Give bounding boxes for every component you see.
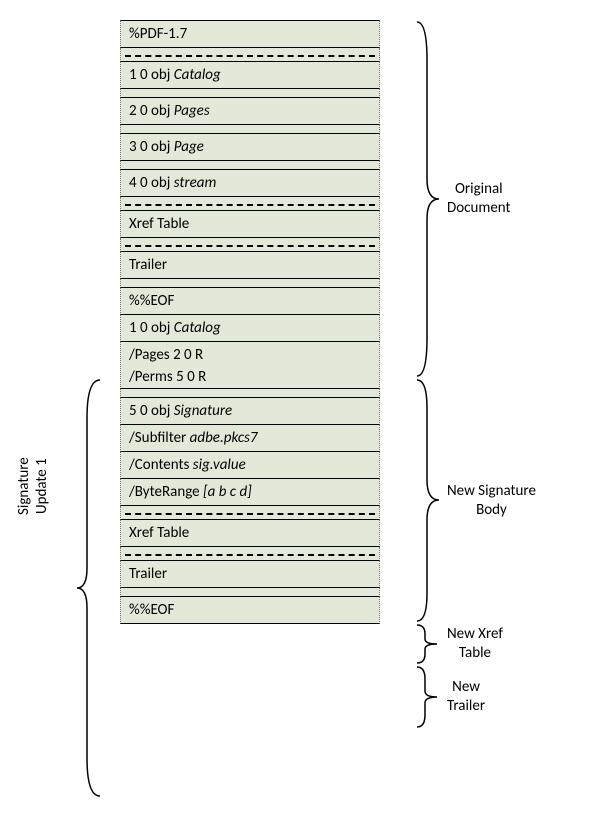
new-xref-row: Xref Table [120, 519, 380, 547]
xref-text: Xref Table [129, 215, 189, 233]
new-eof-text: %%EOF [129, 601, 174, 619]
block-column: %PDF-1.7 1 0 obj Catalog 2 0 obj Pages 3… [120, 20, 380, 624]
new-trailer-row: Trailer [120, 560, 380, 588]
obj-id: 2 0 obj [129, 102, 174, 120]
obj-type: Signature [174, 402, 232, 420]
original-document-label-group: OriginalDocument [415, 20, 511, 378]
obj-3-row: 3 0 obj Page [120, 133, 380, 161]
right-brace-icon [415, 665, 441, 729]
dash-separator [120, 238, 380, 252]
byterange-key: /ByteRange [129, 483, 203, 501]
subfilter-val: adbe.pkcs7 [190, 429, 258, 447]
byterange-row: /ByteRange [a b c d] [120, 478, 380, 506]
obj-type: Page [174, 138, 204, 156]
obj-type: Pages [174, 102, 210, 120]
obj-id: 1 0 obj [129, 319, 174, 337]
signature-body-group: 1 0 obj Catalog /Pages 2 0 R /Perms 5 0 … [120, 314, 380, 520]
obj-id: 3 0 obj [129, 138, 174, 156]
signature-body-label-group: New SignatureBody [415, 378, 536, 623]
eof-text: %%EOF [129, 292, 174, 310]
dash-separator [120, 197, 380, 211]
new-eof-row: %%EOF [120, 596, 380, 624]
original-document-label: OriginalDocument [441, 180, 511, 218]
catalog-refs-row: /Pages 2 0 R /Perms 5 0 R [120, 341, 380, 389]
xref-row: Xref Table [120, 210, 380, 238]
new-trailer-text: Trailer [129, 565, 167, 583]
eof-row: %%EOF [120, 287, 380, 315]
right-brace-icon [415, 20, 441, 378]
left-brace-icon [75, 378, 105, 798]
trailer-row: Trailer [120, 251, 380, 279]
new-xref-label: New XrefTable [441, 625, 503, 663]
obj-4-row: 4 0 obj stream [120, 169, 380, 197]
signature-body-label: New SignatureBody [441, 482, 536, 520]
subfilter-key: /Subfilter [129, 429, 190, 447]
original-document-group: %PDF-1.7 1 0 obj Catalog 2 0 obj Pages 3… [120, 20, 380, 315]
new-trailer-label-group: NewTrailer [415, 665, 485, 729]
dash-separator [120, 506, 380, 520]
obj-id: 4 0 obj [129, 174, 174, 192]
new-xref-group: Xref Table [120, 519, 380, 561]
dash-separator [120, 48, 380, 62]
perms-ref: /Perms 5 0 R [129, 366, 371, 388]
new-trailer-group: Trailer %%EOF [120, 560, 380, 624]
new-xref-text: Xref Table [129, 524, 189, 542]
subfilter-row: /Subfilter adbe.pkcs7 [120, 424, 380, 452]
obj-2-row: 2 0 obj Pages [120, 97, 380, 125]
obj-1-row: 1 0 obj Catalog [120, 61, 380, 89]
dash-separator [120, 547, 380, 561]
sig-obj-1-row: 1 0 obj Catalog [120, 314, 380, 342]
pdf-header-text: %PDF-1.7 [129, 25, 187, 43]
vertical-label-line1: Signature [15, 457, 33, 515]
trailer-text: Trailer [129, 256, 167, 274]
pdf-structure-diagram: Signature Update 1 %PDF-1.7 1 0 obj Cata… [20, 20, 584, 806]
obj-type: stream [174, 174, 217, 192]
byterange-val: [a b c d] [203, 483, 252, 501]
vertical-label-line2: Update 1 [33, 458, 51, 514]
obj-type: Catalog [174, 319, 221, 337]
new-trailer-label: NewTrailer [441, 678, 485, 716]
sig-obj-5-row: 5 0 obj Signature [120, 397, 380, 425]
pdf-header-row: %PDF-1.7 [120, 20, 380, 48]
signature-update-label: Signature Update 1 [15, 457, 51, 515]
right-brace-icon [415, 623, 441, 665]
obj-type: Catalog [174, 66, 221, 84]
contents-val: sig.value [193, 456, 246, 474]
obj-id: 5 0 obj [129, 402, 174, 420]
contents-key: /Contents [129, 456, 193, 474]
new-xref-label-group: New XrefTable [415, 623, 503, 665]
obj-id: 1 0 obj [129, 66, 174, 84]
pages-ref: /Pages 2 0 R [129, 344, 371, 366]
contents-row: /Contents sig.value [120, 451, 380, 479]
right-brace-icon [415, 378, 441, 623]
